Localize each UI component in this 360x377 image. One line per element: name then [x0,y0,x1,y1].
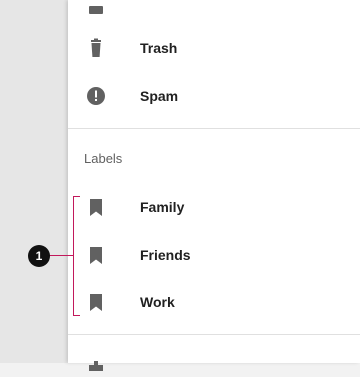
drawer-item-trash[interactable]: Trash [68,26,360,70]
drawer-item-settings-partial[interactable] [68,344,360,374]
label-icon [86,245,106,265]
background-scrim [0,0,68,363]
spam-icon [86,86,106,106]
label-item-family[interactable]: Family [68,185,360,229]
labels-section-header: Labels [84,151,123,166]
drawer-item-spam[interactable]: Spam [68,74,360,118]
folder-icon [86,0,106,14]
drawer-item-partial[interactable] [68,0,360,26]
label-icon [86,197,106,217]
settings-icon [86,352,106,372]
label-item-work[interactable]: Work [68,280,360,324]
navigation-drawer: Trash Spam Labels Family Friends Work [68,0,360,371]
drawer-item-label: Spam [140,88,179,104]
label-item-label: Work [140,294,175,310]
annotation-bracket [73,196,80,316]
drawer-item-label: Trash [140,40,178,56]
divider [68,334,360,335]
label-item-friends[interactable]: Friends [68,233,360,277]
annotation-badge: 1 [28,245,50,267]
trash-icon [86,38,106,58]
label-item-label: Friends [140,247,191,263]
label-item-label: Family [140,199,185,215]
divider [68,128,360,129]
label-icon [86,292,106,312]
annotation-connector [46,255,73,256]
